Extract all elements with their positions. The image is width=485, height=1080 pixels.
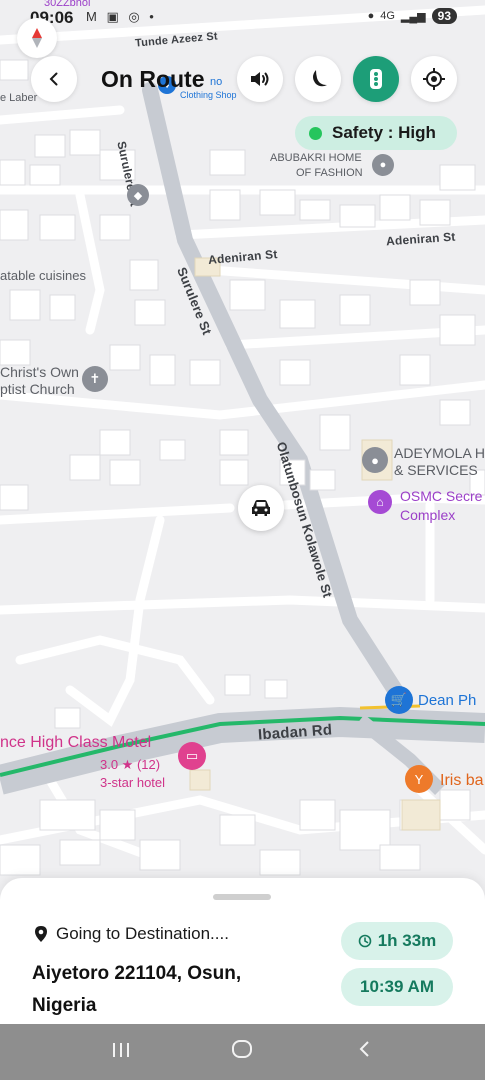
back-icon: [359, 1041, 369, 1057]
status-right: ● 4G ▂▄▆ 93: [368, 8, 457, 24]
safety-badge: Safety : High: [295, 116, 457, 150]
place-label: Complex: [400, 507, 456, 523]
destination-address: Aiyetoro 221104, Osun, Nigeria: [32, 963, 242, 1016]
place-pin-icon[interactable]: ●: [372, 154, 394, 176]
place-label: Christ's Own: [0, 364, 79, 380]
place-label: nce High Class Motel: [0, 734, 152, 751]
trip-sheet[interactable]: Going to Destination.... Aiyetoro 221104…: [0, 878, 485, 1024]
chevron-left-icon: [49, 72, 58, 86]
car-position-icon: [238, 485, 284, 531]
sheet-drag-handle[interactable]: [213, 894, 271, 900]
eta-pill: 10:39 AM: [341, 968, 453, 1006]
back-nav-button[interactable]: [344, 1039, 384, 1065]
recenter-button[interactable]: [411, 56, 457, 102]
compass-icon[interactable]: [17, 18, 57, 58]
safety-status-dot: [309, 126, 322, 140]
duration-pill: 1h 33m: [341, 922, 453, 960]
page-title: On Route: [101, 66, 205, 92]
trip-status-label: Going to Destination....: [56, 924, 229, 943]
safety-label: Safety : High: [332, 123, 436, 142]
system-nav-bar: [0, 1024, 485, 1080]
night-mode-button[interactable]: [295, 56, 341, 102]
eta-value: 10:39 AM: [359, 977, 434, 996]
notification-icons: M ▣ ◎ •: [86, 9, 157, 24]
traffic-light-icon: [370, 69, 382, 89]
place-label: ADEYMOLA H: [394, 445, 485, 461]
home-button[interactable]: [222, 1038, 262, 1066]
hotel-rating: 3.0 ★ (12): [100, 757, 161, 772]
speaker-icon: [251, 72, 269, 86]
place-label: ptist Church: [0, 381, 75, 397]
place-label: OSMC Secre: [400, 488, 483, 504]
location-icon: ●: [367, 10, 375, 22]
place-pin-icon[interactable]: ●: [362, 447, 388, 473]
place-label: ABUBAKRI HOME: [270, 152, 362, 164]
back-button[interactable]: [31, 56, 77, 102]
location-pin-icon: [35, 926, 47, 942]
trip-status: Going to Destination....: [34, 924, 229, 944]
place-label: e Laber: [0, 92, 38, 104]
sound-button[interactable]: [237, 56, 283, 102]
recents-button[interactable]: [101, 1039, 141, 1065]
clock-icon: [358, 934, 372, 948]
place-label: OF FASHION: [296, 167, 363, 179]
home-icon: [232, 1040, 253, 1058]
signal-icon: ▂▄▆: [400, 10, 426, 23]
hospital-pin-icon[interactable]: ⌂: [368, 490, 392, 514]
hotel-pin-icon[interactable]: ▭: [178, 742, 206, 770]
pharmacy-pin-icon[interactable]: 🛒: [385, 686, 413, 714]
place-label: atable cuisines: [0, 268, 86, 283]
church-pin-icon[interactable]: ✝: [82, 366, 108, 392]
status-bar: 09:06 M ▣ ◎ • ● 4G ▂▄▆ 93: [0, 0, 485, 36]
place-label: no: [210, 76, 223, 88]
place-label: Iris ba: [440, 772, 484, 789]
bar-pin-icon[interactable]: Y: [405, 765, 433, 793]
duration-value: 1h 33m: [377, 931, 437, 950]
battery-level: 93: [431, 8, 457, 24]
place-label: Dean Ph: [418, 692, 477, 709]
crosshair-icon: [423, 68, 445, 90]
recents-icon: [112, 1043, 129, 1057]
place-label: & SERVICES: [394, 462, 478, 478]
school-pin-icon[interactable]: ◆: [127, 184, 149, 206]
network-label: 4G: [380, 10, 395, 22]
traffic-button[interactable]: [353, 56, 399, 102]
hotel-class: 3-star hotel: [100, 775, 166, 790]
moon-icon: [313, 70, 327, 87]
